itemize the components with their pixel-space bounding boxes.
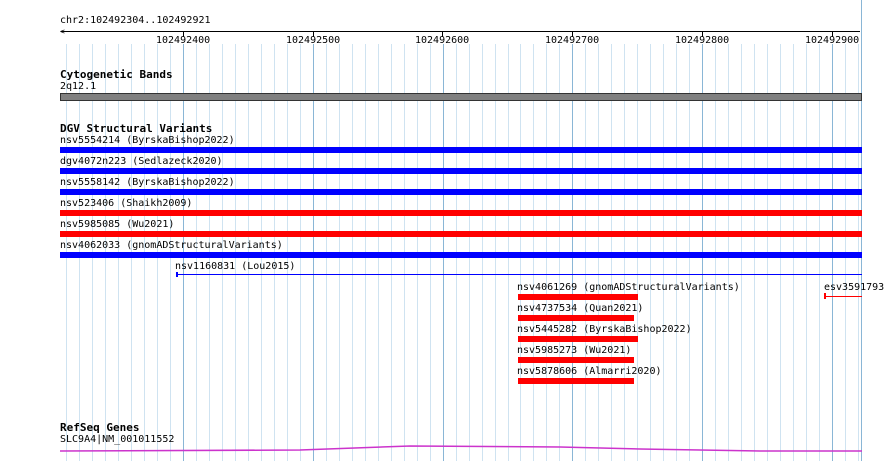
variant-bar-loss[interactable] — [518, 378, 634, 384]
variant-label: nsv4737534 (Quan2021) — [517, 303, 644, 314]
variant-label: nsv5445282 (ByrskaBishop2022) — [517, 324, 692, 335]
variant-bar-loss[interactable] — [824, 296, 862, 297]
variant-label: nsv1160831 (Lou2015) — [175, 261, 296, 272]
variant-label: nsv5985085 (Wu2021) — [60, 219, 175, 230]
dgv-track-title: DGV Structural Variants — [60, 122, 213, 135]
variant-label: nsv5878606 (Almarri2020) — [517, 366, 662, 377]
variant-label: nsv4061269 (gnomADStructuralVariants) — [517, 282, 740, 293]
gene-intron-line — [59, 445, 862, 452]
ruler-tick-label: 102492900 — [805, 35, 860, 46]
ruler-tick-label: 102492400 — [156, 35, 211, 46]
variant-label: nsv5985273 (Wu2021) — [517, 345, 632, 356]
variant-bar-start — [824, 293, 826, 299]
variant-bar-loss[interactable] — [518, 357, 634, 363]
gene-model[interactable] — [0, 440, 890, 461]
variant-label: esv3591793 — [824, 282, 885, 293]
ruler-left-arrow-icon: < — [60, 27, 65, 36]
variant-label: nsv523406 (Shaikh2009) — [60, 198, 193, 209]
location-label: chr2:102492304..102492921 — [60, 15, 211, 26]
variant-bar-gain[interactable] — [60, 168, 862, 174]
variant-label: nsv5558142 (ByrskaBishop2022) — [60, 177, 235, 188]
variant-label: nsv4062033 (gnomADStructuralVariants) — [60, 240, 283, 251]
genome-browser-view: chr2:102492304..102492921 < 102492400 10… — [0, 0, 890, 461]
variant-bar-gain[interactable] — [60, 252, 862, 258]
variant-bar-loss[interactable] — [60, 210, 862, 216]
ruler-tick-label: 102492700 — [545, 35, 600, 46]
variant-bar-start — [176, 272, 178, 277]
variant-label: dgv4072n223 (Sedlazeck2020) — [60, 156, 223, 167]
cytoband-band[interactable] — [60, 93, 862, 101]
variant-bar-loss[interactable] — [518, 294, 638, 300]
variant-bar-gain[interactable] — [60, 189, 862, 195]
ruler-tick-label: 102492500 — [286, 35, 341, 46]
variant-bar-gain[interactable] — [176, 274, 862, 275]
cytoband-track-title: Cytogenetic Bands — [60, 68, 173, 81]
cytoband-label: 2q12.1 — [60, 81, 97, 92]
variant-bar-loss[interactable] — [518, 315, 634, 321]
variant-label: nsv5554214 (ByrskaBishop2022) — [60, 135, 235, 146]
variant-bar-gain[interactable] — [60, 147, 862, 153]
variant-bar-loss[interactable] — [518, 336, 638, 342]
ruler-tick-label: 102492600 — [415, 35, 470, 46]
ruler-line — [61, 31, 860, 32]
ruler-tick-label: 102492800 — [675, 35, 730, 46]
variant-bar-loss[interactable] — [60, 231, 862, 237]
refseq-track-title: RefSeq Genes — [60, 421, 140, 434]
